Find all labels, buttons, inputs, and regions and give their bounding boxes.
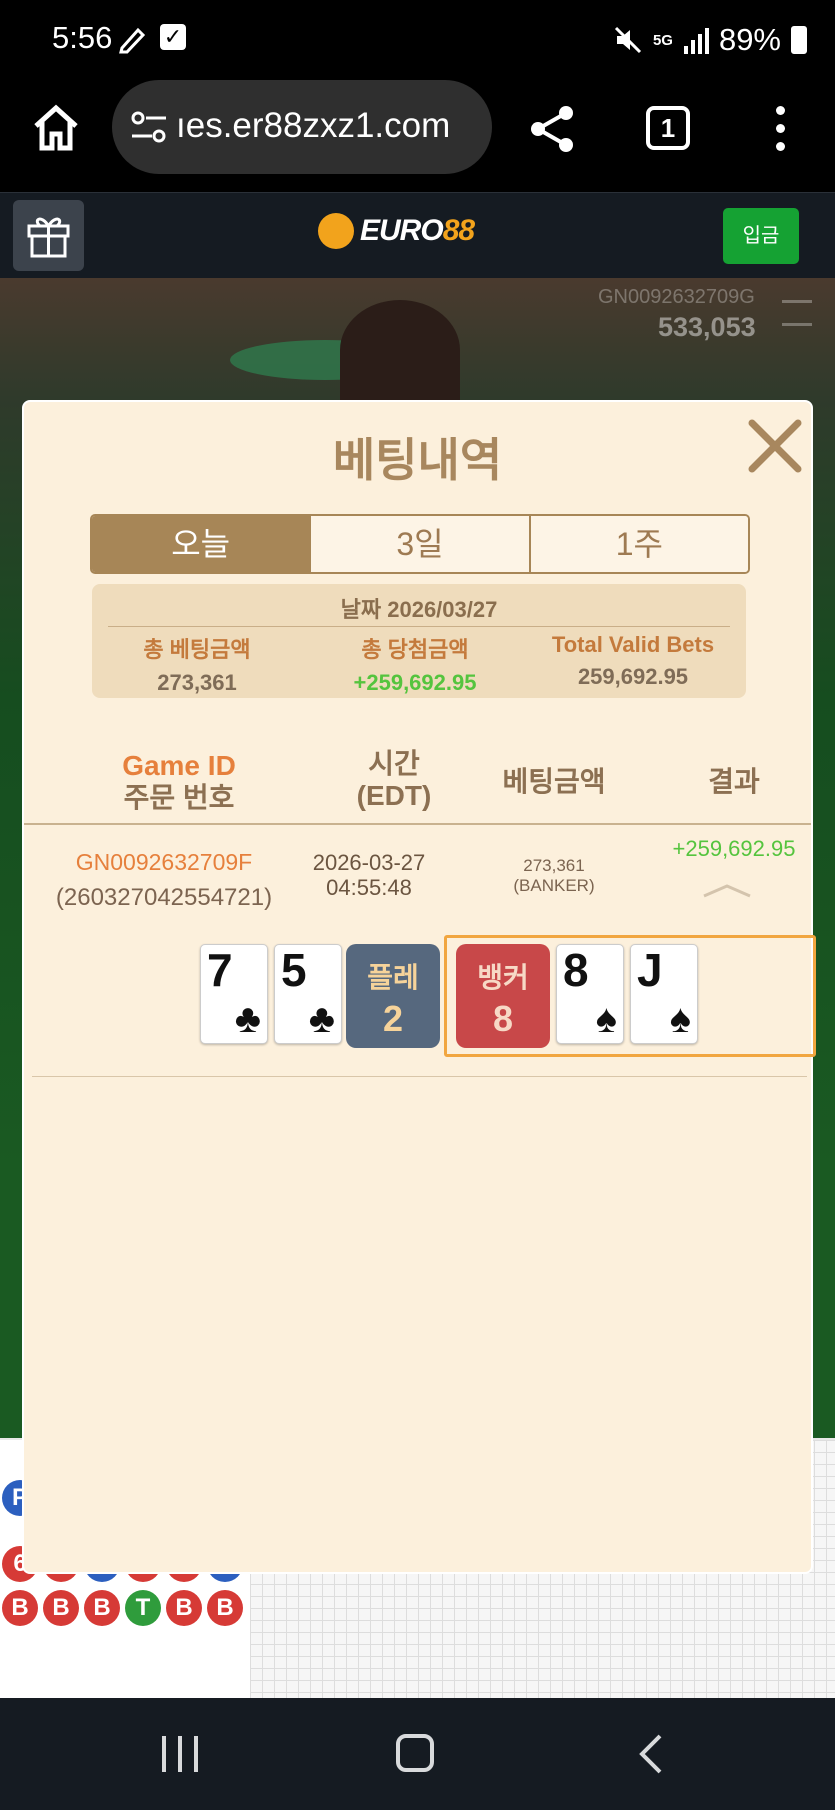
- tab-today[interactable]: 오늘: [92, 516, 312, 572]
- battery-percent: 89%: [718, 22, 781, 57]
- tab-3-days[interactable]: 3일: [311, 516, 531, 572]
- bead-road-cell: B: [2, 1590, 38, 1626]
- hamburger-icon[interactable]: [782, 300, 812, 326]
- player-card: 5 ♣: [274, 944, 342, 1044]
- total-bet-label: 총 베팅금액: [143, 637, 251, 662]
- banker-score-badge: 뱅커 8: [456, 944, 550, 1048]
- header-divider: [24, 823, 811, 825]
- total-bet-value: 273,361: [157, 670, 237, 695]
- status-time: 5:56: [52, 20, 113, 55]
- share-icon[interactable]: [528, 104, 576, 154]
- column-result: 결과: [708, 766, 760, 797]
- mute-icon: [614, 26, 641, 54]
- background-balance: 533,053: [658, 312, 756, 342]
- player-card: 7 ♣: [200, 944, 268, 1044]
- column-order-no: 주문 번호: [123, 782, 235, 813]
- dealer-video: [340, 300, 460, 400]
- check-icon: ✓: [160, 24, 186, 50]
- system-nav-bar: [0, 1698, 835, 1810]
- url-text[interactable]: ıes.er88zxz1.com: [176, 106, 450, 146]
- battery-icon: [791, 26, 807, 54]
- network-label: 5G: [652, 31, 673, 49]
- valid-bets-label: Total Valid Bets: [551, 632, 715, 657]
- card-rank: 8: [563, 944, 589, 996]
- home-button-icon[interactable]: [396, 1734, 434, 1772]
- browser-toolbar: ıes.er88zxz1.com 1: [0, 80, 835, 192]
- more-menu-icon[interactable]: [770, 106, 790, 152]
- banker-card: 8 ♠: [556, 944, 624, 1044]
- edit-icon: [119, 27, 146, 54]
- column-time-zone: (EDT): [356, 780, 432, 811]
- row-result: +259,692.95: [672, 836, 796, 861]
- logo-number: 88: [442, 214, 475, 247]
- back-icon[interactable]: [636, 1734, 666, 1774]
- deposit-button[interactable]: 입금: [723, 208, 799, 264]
- row-time: 04:55:48: [326, 875, 412, 900]
- logo-prefix: EURO: [360, 214, 444, 247]
- bead-road-cell: B: [166, 1590, 202, 1626]
- card-rank: 7: [207, 944, 233, 996]
- card-rank: J: [637, 944, 663, 996]
- bead-road-cell: B: [84, 1590, 120, 1626]
- soccer-ball-icon: [318, 213, 354, 249]
- column-bet-amount: 베팅금액: [502, 766, 606, 797]
- divider: [108, 626, 730, 627]
- banker-label: 뱅커: [477, 962, 529, 993]
- spade-icon: ♠: [595, 997, 617, 1041]
- row-divider: [32, 1076, 807, 1077]
- signal-icon: [683, 28, 709, 54]
- valid-bets-value: 259,692.95: [577, 664, 689, 689]
- player-score-badge: 플레 2: [346, 944, 440, 1048]
- gift-button[interactable]: [13, 200, 84, 271]
- row-bet-side: (BANKER): [513, 876, 595, 895]
- card-rank: 5: [281, 944, 307, 996]
- player-score: 2: [382, 998, 404, 1039]
- table-row[interactable]: GN0092632709F (260327042554721) 2026-03-…: [24, 826, 816, 1076]
- banker-card: J ♠: [630, 944, 698, 1044]
- address-bar[interactable]: ıes.er88zxz1.com: [112, 80, 492, 174]
- hand-result: 7 ♣ 5 ♣ 플레 2 뱅커 8 8 ♠ J ♠: [174, 935, 824, 1057]
- bead-road-cell: B: [43, 1590, 79, 1626]
- home-icon[interactable]: [30, 102, 82, 154]
- player-label: 플레: [367, 962, 419, 993]
- spade-icon: ♠: [669, 997, 691, 1041]
- status-bar: 5:56 ✓ 5G 89%: [0, 0, 835, 80]
- site-settings-icon[interactable]: [130, 110, 168, 144]
- betting-history-modal: 베팅내역 오늘 3일 1주 날짜 2026/03/27 총 베팅금액 273,3…: [22, 400, 816, 1574]
- close-icon[interactable]: [746, 417, 804, 475]
- row-bet-amount: 273,361: [523, 856, 585, 875]
- banker-score: 8: [492, 998, 514, 1039]
- summary-panel: 날짜 2026/03/27 총 베팅금액 273,361 총 당첨금액 +259…: [92, 584, 746, 698]
- bead-road-cell: B: [207, 1590, 243, 1626]
- column-game-id: Game ID: [122, 750, 236, 781]
- gift-icon: [27, 217, 70, 258]
- row-order-no: (260327042554721): [55, 884, 273, 911]
- background-game-id: GN0092632709G: [598, 286, 755, 308]
- club-icon: ♣: [234, 997, 261, 1041]
- euro88-logo[interactable]: EURO88: [318, 213, 475, 249]
- total-win-label: 총 당첨금액: [361, 637, 469, 662]
- total-win-value: +259,692.95: [353, 670, 477, 695]
- site-header: EURO88 입금: [0, 192, 835, 278]
- club-icon: ♣: [308, 997, 335, 1041]
- column-time: 시간: [368, 748, 420, 779]
- chevron-up-icon[interactable]: [702, 884, 752, 898]
- period-tabs: 오늘 3일 1주: [90, 514, 750, 574]
- modal-title: 베팅내역: [332, 434, 503, 486]
- row-date: 2026-03-27: [312, 850, 426, 875]
- tab-count-button[interactable]: 1: [646, 106, 690, 150]
- recent-apps-icon[interactable]: [162, 1736, 198, 1772]
- bead-road-cell: T: [125, 1590, 161, 1626]
- row-game-id[interactable]: GN0092632709F: [44, 844, 284, 880]
- summary-date: 날짜 2026/03/27: [340, 597, 498, 622]
- history-table-header: Game ID 주문 번호 시간 (EDT) 베팅금액 결과: [24, 740, 811, 824]
- tab-1-week[interactable]: 1주: [530, 516, 748, 572]
